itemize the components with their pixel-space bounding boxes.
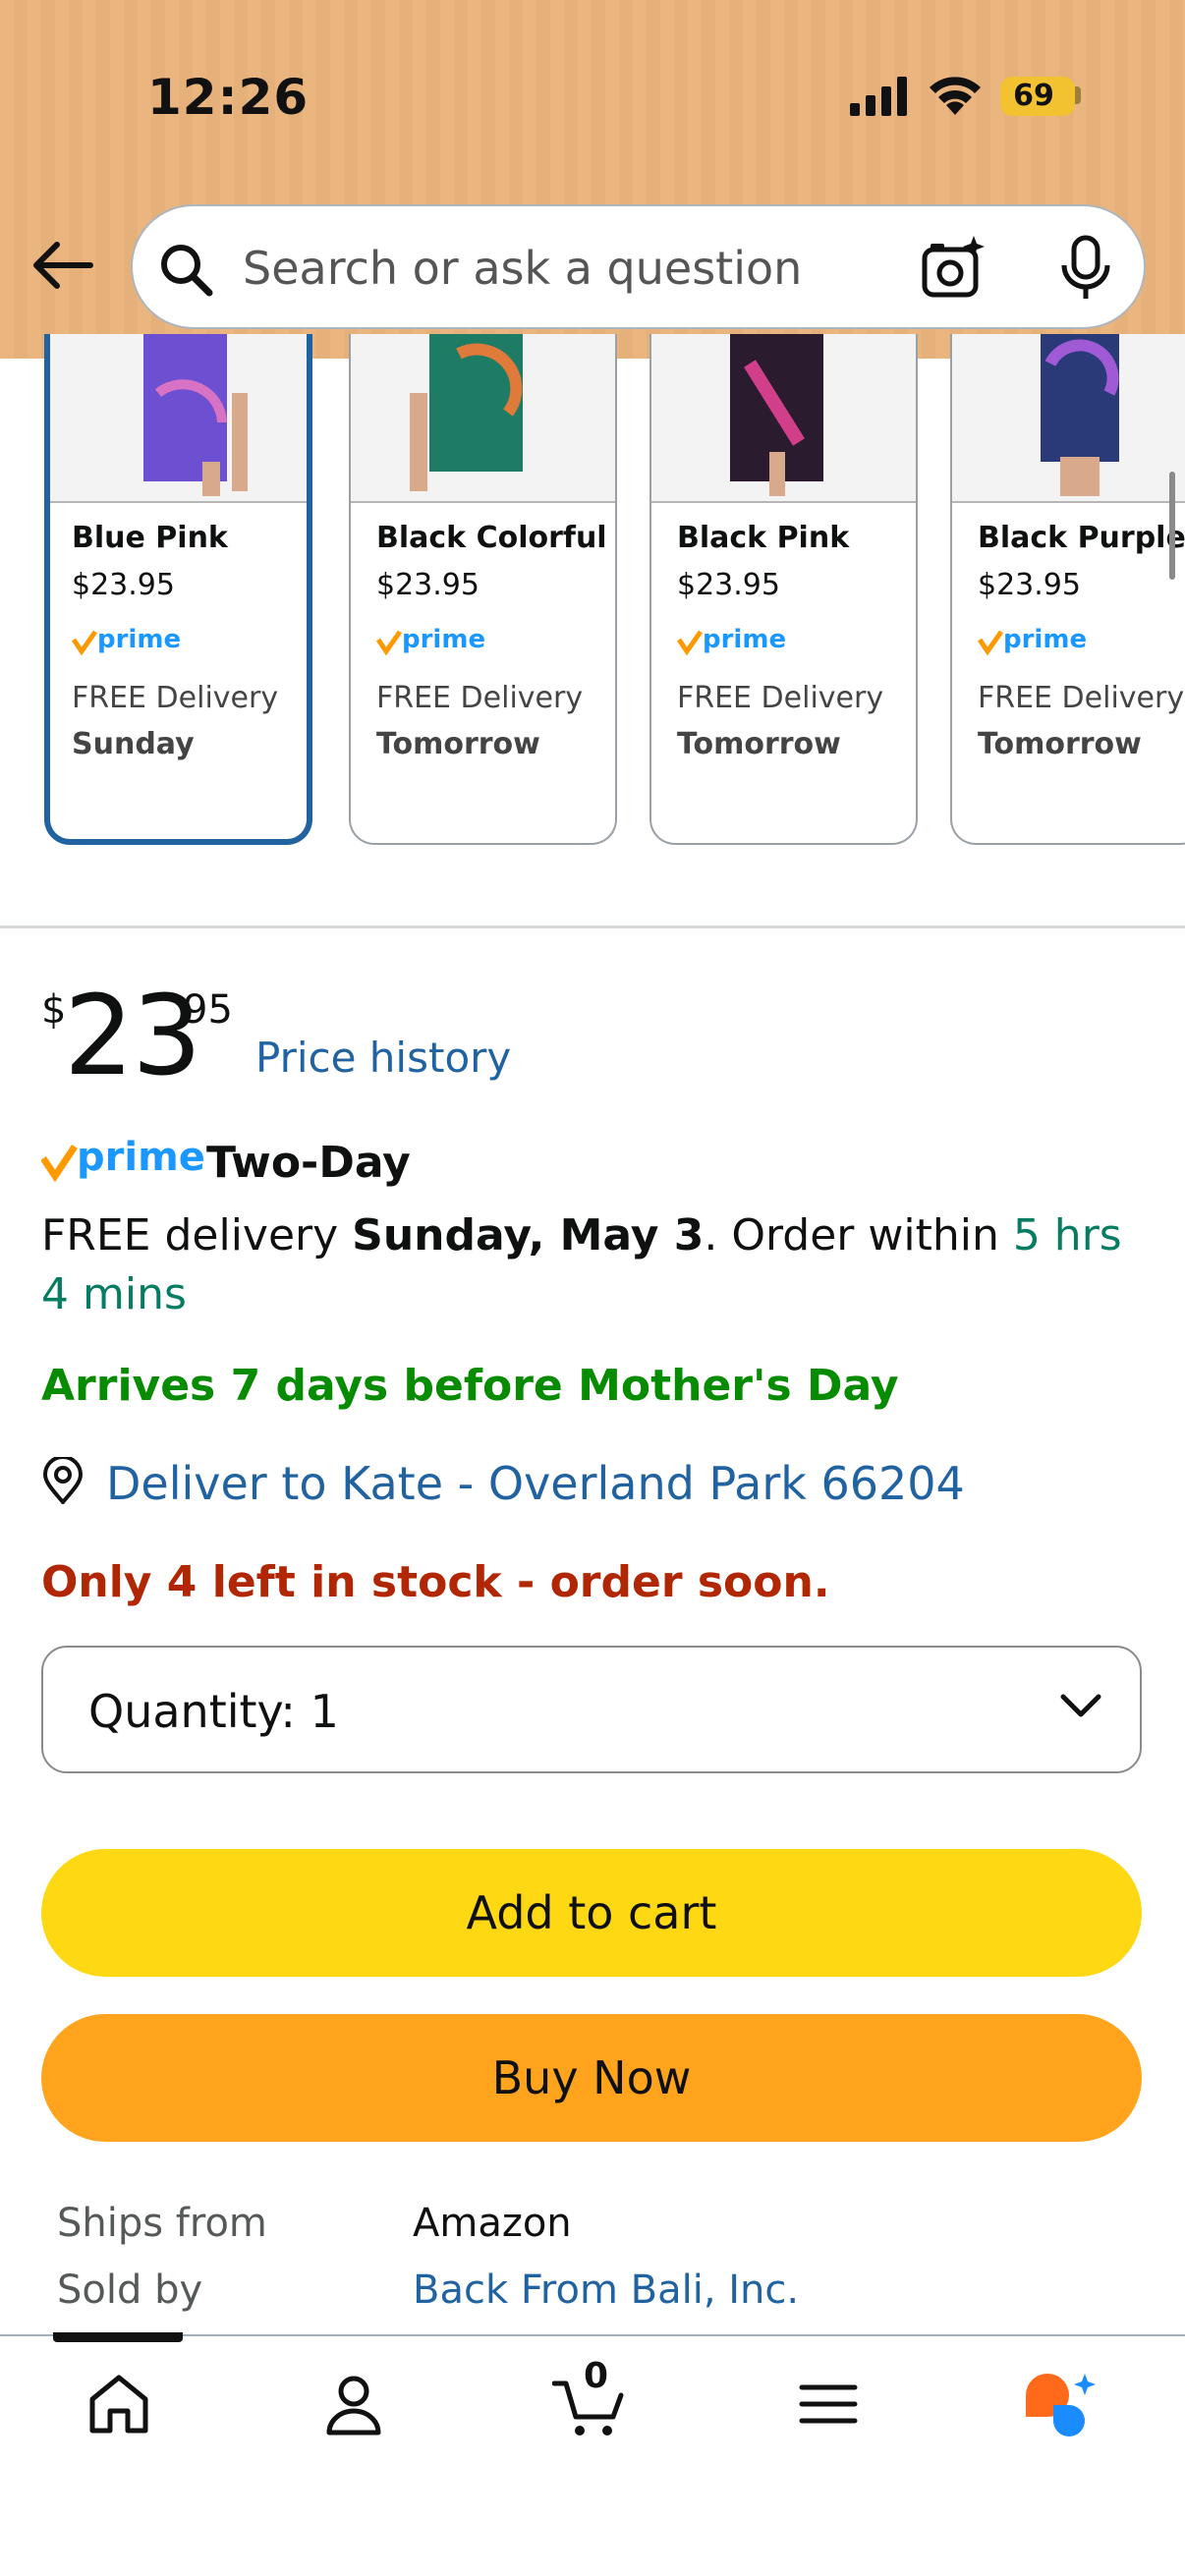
wifi-icon [930, 77, 981, 115]
location-pin-icon[interactable] [41, 1457, 85, 1504]
variant-delivery-day: Tomorrow [376, 727, 540, 761]
variant-image [651, 334, 916, 503]
variant-delivery: FREE Delivery [72, 681, 279, 715]
price-whole: 23 [64, 973, 202, 1100]
menu-icon[interactable] [796, 2370, 861, 2438]
delivery-prefix: FREE delivery [41, 1210, 353, 1260]
variant-name: Blue Pink [72, 521, 228, 555]
variant-delivery-day: Tomorrow [677, 727, 841, 761]
cart-count-badge: 0 [584, 2356, 609, 2396]
variant-delivery-day: Tomorrow [978, 727, 1142, 761]
variant-card-black-colorful[interactable]: Black Colorful $23.95 prime FREE Deliver… [349, 334, 617, 845]
search-input[interactable]: Search or ask a question [243, 242, 802, 295]
camera-lens-icon[interactable] [919, 234, 988, 303]
buy-now-button[interactable]: Buy Now [41, 2014, 1142, 2142]
battery-tip [1075, 86, 1081, 104]
prime-logo-icon: prime [71, 624, 199, 661]
variant-card-blue-pink[interactable]: Blue Pink $23.95 prime FREE Delivery Sun… [44, 334, 312, 845]
prime-logo-icon: prime [977, 624, 1105, 661]
status-time: 12:26 [147, 69, 310, 126]
mothers-day-message: Arrives 7 days before Mother's Day [41, 1361, 899, 1411]
variant-delivery: FREE Delivery [978, 681, 1185, 715]
signal-icon [850, 77, 907, 116]
variant-price: $23.95 [72, 568, 175, 602]
quantity-label: Quantity: 1 [88, 1685, 339, 1738]
variant-price: $23.95 [376, 568, 480, 602]
quantity-value: 1 [310, 1685, 339, 1738]
delivery-date: Sunday, May 3 [352, 1210, 705, 1260]
variant-delivery: FREE Delivery [677, 681, 884, 715]
microphone-icon[interactable] [1056, 234, 1115, 303]
variant-delivery-day: Sunday [72, 727, 195, 761]
sold-by-label: Sold by [57, 2268, 203, 2313]
account-icon[interactable] [319, 2370, 388, 2438]
rufus-assistant-icon[interactable] [1022, 2370, 1100, 2444]
svg-text:prime: prime [402, 625, 485, 654]
variant-card-black-pink[interactable]: Black Pink $23.95 prime FREE Delivery To… [649, 334, 918, 845]
price-currency: $ [41, 987, 67, 1033]
variant-name: Black Purple [978, 521, 1185, 555]
quantity-select[interactable]: Quantity: 1 [41, 1646, 1142, 1773]
section-divider [0, 925, 1185, 928]
back-arrow-icon[interactable] [31, 241, 94, 290]
variant-card-black-purple[interactable]: Black Purple $23.95 prime FREE Delivery … [950, 334, 1185, 845]
ships-from-value: Amazon [413, 2201, 572, 2246]
ships-from-label: Ships from [57, 2201, 267, 2246]
sold-by-link[interactable]: Back From Bali, Inc. [413, 2268, 799, 2313]
price-history-link[interactable]: Price history [255, 1034, 511, 1082]
search-icon [161, 245, 213, 297]
variant-image [952, 334, 1185, 503]
svg-text:prime: prime [703, 625, 786, 654]
variant-delivery: FREE Delivery [376, 681, 584, 715]
prime-logo-icon: prime [40, 1135, 208, 1188]
deliver-to-link[interactable]: Deliver to Kate - Overland Park 66204 [106, 1457, 965, 1510]
battery-level: 69 [1013, 79, 1054, 113]
variant-name: Black Colorful [376, 521, 607, 555]
variant-image [50, 334, 307, 503]
prime-logo-icon: prime [375, 624, 504, 661]
stock-warning: Only 4 left in stock - order soon. [41, 1557, 830, 1607]
delivery-mid: . Order within [704, 1210, 1013, 1260]
variant-price: $23.95 [978, 568, 1081, 602]
delivery-message: FREE delivery Sunday, May 3. Order withi… [41, 1206, 1142, 1324]
svg-text:prime: prime [1003, 625, 1087, 654]
svg-text:prime: prime [97, 625, 181, 654]
add-to-cart-button[interactable]: Add to cart [41, 1849, 1142, 1977]
search-bar[interactable]: Search or ask a question [131, 204, 1146, 329]
home-icon[interactable] [85, 2370, 153, 2438]
active-tab-indicator [53, 2332, 183, 2342]
prime-two-day-label: Two-Day [206, 1138, 411, 1188]
prime-logo-icon: prime [676, 624, 805, 661]
variant-image [351, 334, 615, 503]
chevron-down-icon [1060, 1694, 1101, 1717]
variant-name: Black Pink [677, 521, 850, 555]
variant-price: $23.95 [677, 568, 780, 602]
svg-text:prime: prime [77, 1135, 205, 1180]
scrollbar[interactable] [1169, 472, 1175, 580]
price-fraction: 95 [183, 987, 233, 1033]
